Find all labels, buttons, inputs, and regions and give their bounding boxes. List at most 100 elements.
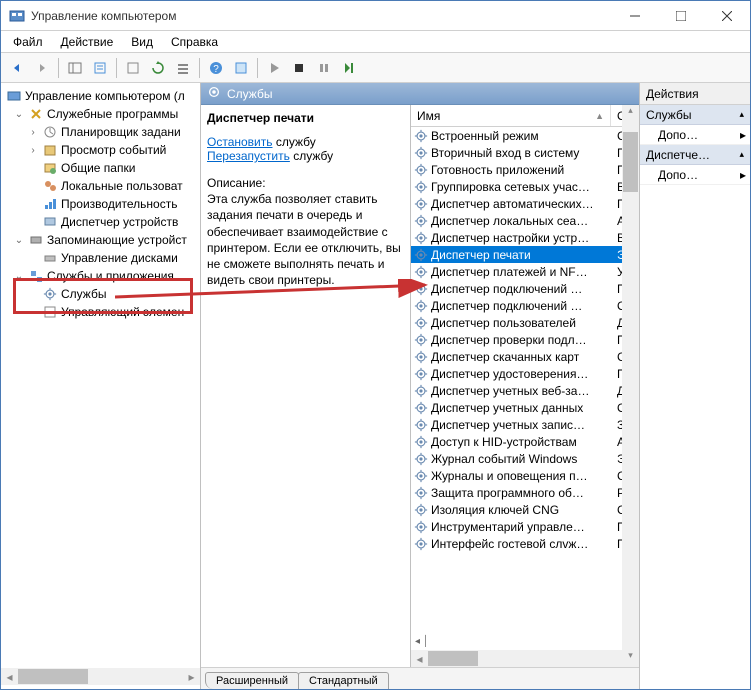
close-button[interactable] [704,1,750,31]
collapse-icon[interactable]: ⌄ [13,270,25,282]
tab-extended[interactable]: Расширенный [205,672,299,689]
tree-item[interactable]: Локальные пользоват [1,177,200,195]
expand-icon[interactable]: › [27,126,39,138]
list-scrollbar-v[interactable]: ▴▾ [622,105,639,667]
service-row[interactable]: Диспетчер учетных запис…З. [411,416,639,433]
service-row[interactable]: Инструментарий управле…П [411,518,639,535]
titlebar: Управление компьютером [1,1,750,31]
tree-item[interactable]: ›Просмотр событий [1,141,200,159]
tree-pane[interactable]: Управление компьютером (л ⌄ Служебные пр… [1,83,201,689]
stop-button[interactable] [287,56,311,80]
show-hide-button[interactable] [63,56,87,80]
tree-item-services[interactable]: Службы [1,285,200,303]
service-list[interactable]: Встроенный режимС.Вторичный вход в систе… [411,127,639,633]
collapse-icon[interactable]: ⌄ [13,234,25,246]
tree-item[interactable]: Управляющий элемен [1,303,200,321]
gear-icon [42,286,58,302]
expand-icon[interactable] [27,180,39,192]
gear-icon [413,434,429,450]
tree-scrollbar[interactable]: ◂▸ [1,668,200,685]
tree-item[interactable]: Производительность [1,195,200,213]
service-row[interactable]: Журналы и оповещения п…С. [411,467,639,484]
menu-help[interactable]: Справка [163,33,226,51]
service-row[interactable]: Диспетчер подключений …П [411,280,639,297]
expand-icon[interactable] [27,216,39,228]
actions-more-1[interactable]: Допо…▸ [640,125,750,145]
expand-icon[interactable]: › [27,144,39,156]
stop-service-link[interactable]: Остановить [207,135,273,149]
refresh-button[interactable] [146,56,170,80]
service-row[interactable]: Диспетчер печатиЭт [411,246,639,263]
service-row[interactable]: Диспетчер проверки подл…П [411,331,639,348]
service-row[interactable]: Изоляция ключей CNGС. [411,501,639,518]
menu-file[interactable]: Файл [5,33,51,51]
back-button[interactable] [5,56,29,80]
service-row[interactable]: Диспетчер скачанных картС. [411,348,639,365]
gear-icon [413,179,429,195]
svg-text:?: ? [213,64,219,75]
play-button[interactable] [262,56,286,80]
gear-icon [413,281,429,297]
properties-button[interactable] [88,56,112,80]
collapse-icon[interactable]: ⌄ [13,108,25,120]
service-row[interactable]: Журнал событий WindowsЭт [411,450,639,467]
actions-pane: Действия Службы▴ Допо…▸ Диспетче…▴ Допо…… [640,83,750,689]
actions-section-selected[interactable]: Диспетче…▴ [640,145,750,165]
pause-button[interactable] [312,56,336,80]
tab-standard[interactable]: Стандартный [298,672,389,689]
disk-icon [42,250,58,266]
service-row[interactable]: Диспетчер автоматических…П [411,195,639,212]
menu-action[interactable]: Действие [53,33,122,51]
service-row[interactable]: Диспетчер настройки устр…В: [411,229,639,246]
export-button[interactable] [121,56,145,80]
expand-icon[interactable] [27,198,39,210]
tree-storage[interactable]: ⌄ Запоминающие устройст [1,231,200,249]
tree-root[interactable]: Управление компьютером (л [1,87,200,105]
minimize-button[interactable] [612,1,658,31]
list-nav[interactable]: ◂ │ [411,633,639,650]
service-row[interactable]: Диспетчер подключений …О [411,297,639,314]
expand-icon[interactable] [27,162,39,174]
selected-service-name: Диспетчер печати [207,111,404,125]
help-button[interactable]: ? [204,56,228,80]
service-row[interactable]: Группировка сетевых учас…В: [411,178,639,195]
service-row[interactable]: Диспетчер учетных данныхО [411,399,639,416]
gear-icon [413,213,429,229]
item-icon [42,196,58,212]
restart-service-link[interactable]: Перезапустить [207,149,290,163]
service-row[interactable]: Диспетчер учетных веб-за…Д [411,382,639,399]
maximize-button[interactable] [658,1,704,31]
list-scrollbar-h[interactable]: ◂▸ [411,650,639,667]
gear-icon [413,315,429,331]
service-row[interactable]: Диспетчер удостоверения…П [411,365,639,382]
tree-system-tools[interactable]: ⌄ Служебные программы [1,105,200,123]
tree-item[interactable]: Управление дисками [1,249,200,267]
storage-icon [28,232,44,248]
forward-button[interactable] [30,56,54,80]
services-header: Службы [201,83,639,105]
column-name[interactable]: Имя▲ [411,105,611,126]
service-row[interactable]: Вторичный вход в системуП [411,144,639,161]
service-row[interactable]: Готовность приложенийП [411,161,639,178]
service-row[interactable]: Интерфейс гостевой слvж…П [411,535,639,552]
service-row[interactable]: Диспетчер локальных сеа…А [411,212,639,229]
actions-more-2[interactable]: Допо…▸ [640,165,750,185]
service-description: Описание: Эта служба позволяет ставить з… [207,175,404,288]
tree-item[interactable]: Диспетчер устройств [1,213,200,231]
service-row[interactable]: Встроенный режимС. [411,127,639,144]
gear-icon [413,247,429,263]
app-window: Управление компьютером Файл Действие Вид… [0,0,751,690]
tree-item[interactable]: ›Планировщик задани [1,123,200,141]
tree-services-apps[interactable]: ⌄ Службы и приложения [1,267,200,285]
tree-item[interactable]: Общие папки [1,159,200,177]
list-button[interactable] [171,56,195,80]
details-button[interactable] [229,56,253,80]
service-row[interactable]: Диспетчер платежей и NF…У [411,263,639,280]
service-row[interactable]: Защита программного об…Р. [411,484,639,501]
service-row[interactable]: Доступ к HID-устройствамА [411,433,639,450]
actions-section-services[interactable]: Службы▴ [640,105,750,125]
service-row[interactable]: Диспетчер пользователейД [411,314,639,331]
restart-button[interactable] [337,56,361,80]
item-icon [42,160,58,176]
menu-view[interactable]: Вид [123,33,161,51]
